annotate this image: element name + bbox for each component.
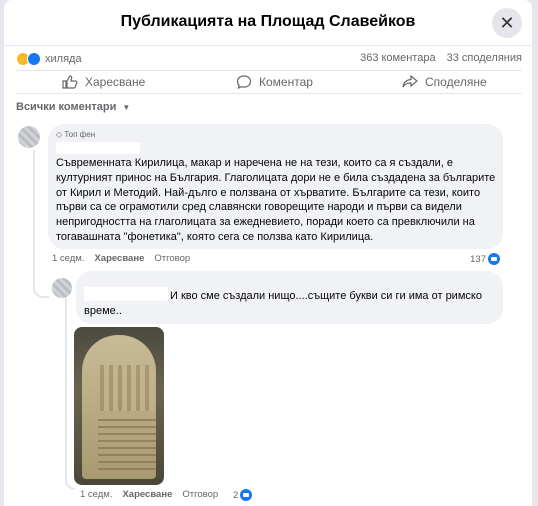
comment-likes[interactable]: 137 [470, 253, 500, 265]
comment-likes-count: 137 [470, 253, 486, 265]
comment-filter-dropdown[interactable]: Всички коментари ▼ [16, 101, 130, 113]
close-button[interactable]: ✕ [492, 8, 522, 38]
top-fan-badge: ◇ Топ фен [56, 130, 95, 139]
comment-reply-link[interactable]: Отговор [154, 253, 190, 264]
comment-icon [236, 75, 252, 89]
reply-reply-link[interactable]: Отговор [182, 489, 218, 500]
caret-down-icon: ▼ [122, 103, 131, 112]
reply-meta: 1 седм. Харесване Отговор [80, 489, 218, 500]
reactions-summary[interactable]: хиляда [16, 52, 82, 66]
close-icon: ✕ [499, 12, 515, 33]
like-button-label: Харесване [85, 75, 146, 89]
like-button[interactable]: Харесване [62, 75, 145, 89]
reply-text: И кво сме създали нищо....същите букви с… [84, 290, 482, 317]
commenter-name-redacted[interactable] [56, 142, 140, 154]
reply-avatar[interactable] [52, 278, 72, 298]
diamond-icon: ◇ [56, 130, 63, 139]
reactions-count: хиляда [45, 53, 82, 65]
reply-thread-line [65, 298, 67, 482]
comment-button-label: Коментар [259, 75, 313, 89]
share-icon [402, 75, 418, 88]
background-edge [532, 0, 538, 506]
comment-time[interactable]: 1 седм. [52, 253, 84, 264]
reply-like-link[interactable]: Харесване [122, 489, 172, 500]
comment-meta: 1 седм. Харесване Отговор [52, 253, 190, 264]
reply-time[interactable]: 1 седм. [80, 489, 112, 500]
like-icon [240, 489, 253, 501]
comment-bubble: ◇ Топ фен Съвременната Кирилица, макар и… [48, 124, 503, 249]
share-button-label: Споделяне [425, 75, 487, 89]
shares-count[interactable]: 33 споделяния [447, 52, 522, 64]
reply-photo-stele[interactable] [74, 327, 164, 485]
reply-likes-count: 2 [233, 489, 239, 501]
thread-line [33, 150, 35, 290]
reply-thread-branch [65, 478, 75, 490]
post-stats: хиляда 363 коментара 33 споделяния [16, 52, 522, 68]
comment-text: Съвременната Кирилица, макар и наречена … [56, 157, 496, 243]
top-fan-label: Топ фен [64, 130, 96, 139]
thumbs-up-icon [62, 75, 78, 89]
thread-branch [33, 286, 49, 298]
post-counts: 363 коментара 33 споделяния [352, 52, 522, 64]
comment-like-link[interactable]: Харесване [94, 253, 144, 264]
post-actions: Харесване Коментар Споделяне [16, 70, 522, 94]
like-icon [488, 253, 500, 265]
post-dialog: Публикацията на Площад Славейков ✕ хиляд… [4, 0, 532, 506]
comment-button[interactable]: Коментар [236, 75, 313, 89]
like-reaction-icon [27, 52, 41, 66]
stele-image [82, 335, 156, 479]
reply-likes[interactable]: 2 [233, 489, 253, 501]
comment-avatar[interactable] [18, 126, 40, 148]
share-button[interactable]: Споделяне [402, 75, 487, 89]
comment-filter-label: Всички коментари [16, 101, 117, 113]
stele-inscription [98, 419, 156, 471]
reply-bubble: И кво сме създали нищо....същите букви с… [76, 271, 503, 324]
dialog-title: Публикацията на Площад Славейков [120, 13, 416, 30]
dialog-header: Публикацията на Площад Славейков ✕ [4, 0, 532, 46]
comments-count[interactable]: 363 коментара [360, 52, 436, 64]
stele-relief [100, 365, 154, 411]
